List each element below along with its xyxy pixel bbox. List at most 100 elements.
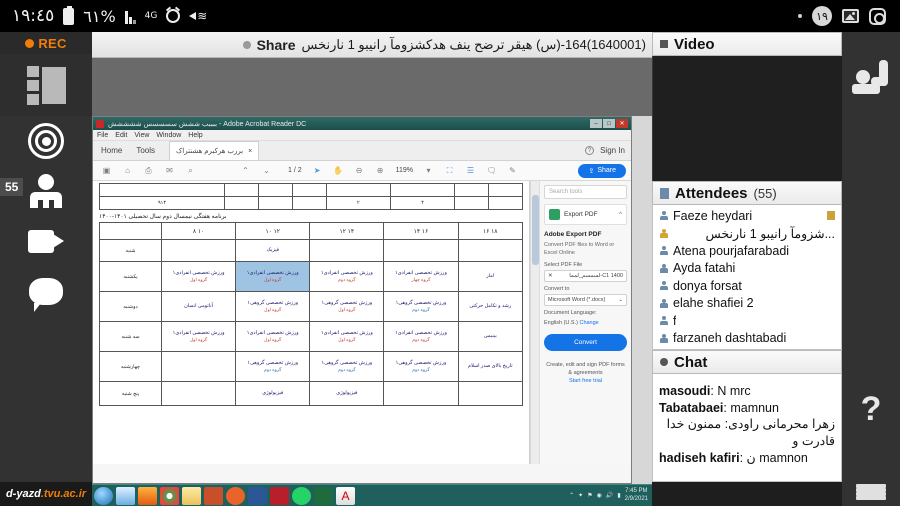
list-item[interactable]: f — [653, 312, 841, 330]
menu-help[interactable]: Help — [188, 132, 202, 139]
explorer-icon[interactable] — [182, 487, 201, 505]
adobe-share-button[interactable]: ⇪ Share — [578, 164, 626, 178]
tools-search-input[interactable]: Search tools — [544, 185, 627, 199]
menu-window[interactable]: Window — [156, 132, 181, 139]
pdf-schedule-table: ۱۸ ۱۶ ۱۶ ۱۴ ۱۴ ۱۲ ۱۲ ۱۰ ۱۰ ۸ — [99, 222, 523, 406]
chat-button[interactable] — [0, 266, 92, 316]
chat-pod-title: Chat — [674, 354, 707, 371]
chrome-icon[interactable] — [160, 487, 179, 505]
convert-button[interactable]: Convert — [544, 334, 627, 351]
change-language-link[interactable]: Change — [579, 320, 598, 326]
attendees-list[interactable]: Faeze heydari ...شزومآ رانیبو 1 نارنخس A… — [652, 205, 842, 350]
list-item[interactable]: donya forsat — [653, 277, 841, 295]
list-item[interactable]: Faeze heydari — [653, 207, 841, 225]
chat-text: ن mamnon — [747, 451, 808, 465]
tab-close-icon[interactable]: × — [248, 148, 252, 155]
export-pdf-accordion[interactable]: Export PDF ^ — [544, 204, 627, 225]
video-pod-body[interactable] — [652, 56, 842, 181]
chat-message-list[interactable]: masoudi: N mrc Tabatabaei: mamnun زهرا م… — [652, 374, 842, 482]
list-item[interactable]: farzaneh dashtabadi — [653, 330, 841, 348]
chevron-down-icon[interactable]: ▾ — [423, 165, 434, 176]
video-button[interactable] — [0, 216, 92, 266]
flag-icon[interactable]: ⚑ — [587, 492, 592, 499]
office-icon[interactable] — [226, 487, 245, 505]
save-icon[interactable]: ▣ — [101, 165, 112, 176]
list-item[interactable]: Ayda fatahi — [653, 260, 841, 278]
volume-icon[interactable]: 🔊 — [606, 492, 613, 499]
convert-to-select[interactable]: Microsoft Word (*.docx) ⌄ — [544, 294, 627, 306]
chat-bullet-icon — [660, 358, 668, 366]
windows-taskbar: A ⌃ ✦ ⚑ ◉ 🔊 ▮ 7:45 PM 2/9/2021 — [92, 484, 652, 506]
footer-trial-link[interactable]: Start free trial — [569, 378, 602, 384]
page-indicator[interactable]: 1 / 2 — [288, 167, 302, 174]
tab-tools[interactable]: Tools — [136, 146, 155, 155]
export-pdf-icon — [549, 209, 560, 220]
excel-icon[interactable] — [314, 487, 333, 505]
zoom-out-icon[interactable]: ⊖ — [354, 165, 365, 176]
help-button[interactable]: ? — [842, 387, 900, 431]
hand-tool-icon[interactable]: ✋ — [333, 165, 344, 176]
table-row: رشد و تکامل حرکتی ورزش تخصصی گروهی۱گروه … — [100, 292, 523, 322]
tab-document[interactable]: × بررب هرکبرم هشنتراک — [169, 141, 259, 160]
raise-hand-button[interactable] — [842, 32, 900, 122]
list-item[interactable]: ...شزومآ رانیبو 1 نارنخس — [653, 225, 841, 243]
page-down-icon[interactable]: ⌄ — [261, 165, 272, 176]
start-orb[interactable] — [94, 487, 113, 505]
taskbar-clock[interactable]: 7:45 PM 2/9/2021 — [625, 488, 648, 504]
recording-indicator: REC — [0, 32, 92, 54]
media-player-icon[interactable] — [270, 487, 289, 505]
window-controls[interactable]: – □ ✕ — [590, 119, 628, 128]
pdf-scrollbar[interactable] — [530, 181, 539, 464]
adobe-signin-area[interactable]: ? Sign In — [585, 146, 625, 155]
help-circle-icon[interactable]: ? — [585, 146, 594, 155]
search-icon[interactable]: ⌕ — [185, 165, 196, 176]
select-file-label: Select PDF File — [544, 262, 627, 268]
select-cursor-icon[interactable]: ➤ — [312, 165, 323, 176]
adobe-reader-icon[interactable]: A — [336, 487, 355, 505]
fit-page-icon[interactable]: ⛶ — [444, 165, 455, 176]
firefox-icon[interactable] — [138, 487, 157, 505]
menu-view[interactable]: View — [134, 132, 149, 139]
adobe-menu-bar[interactable]: File Edit View Window Help — [93, 130, 631, 141]
zoom-in-icon[interactable]: ⊕ — [375, 165, 386, 176]
internet-explorer-icon[interactable] — [116, 487, 135, 505]
minimize-button[interactable]: – — [590, 119, 602, 128]
site-url-watermark: d-yazd.tvu.ac.ir — [0, 482, 92, 506]
show-hidden-icons[interactable]: ⌃ — [569, 492, 574, 499]
layout-view-button[interactable] — [0, 54, 92, 116]
maximize-button[interactable]: □ — [603, 119, 615, 128]
highlight-pen-icon[interactable]: ✎ — [507, 165, 518, 176]
print-icon[interactable]: ⎙ — [143, 165, 154, 176]
email-icon[interactable]: ✉ — [164, 165, 175, 176]
close-button[interactable]: ✕ — [616, 119, 628, 128]
tab-home[interactable]: Home — [101, 146, 122, 155]
pdf-page[interactable]: ۴ ۲ ۹۱۴ برنامه هفتگی نیمسال دوم سال تحصی… — [93, 181, 530, 464]
scrollbar-thumb[interactable] — [532, 195, 539, 265]
network-icon[interactable]: ▮ — [617, 492, 620, 499]
page-up-icon[interactable]: ⌃ — [240, 165, 251, 176]
menu-file[interactable]: File — [97, 132, 108, 139]
powerpoint-icon[interactable] — [204, 487, 223, 505]
whatsapp-icon[interactable] — [292, 487, 311, 505]
antivirus-icon[interactable]: ◉ — [597, 492, 602, 499]
comment-icon[interactable]: 🗨 — [486, 165, 497, 176]
attendees-button[interactable]: 55 — [0, 166, 92, 216]
zoom-level[interactable]: 119% — [396, 167, 413, 174]
table-header-row: ۱۸ ۱۶ ۱۶ ۱۴ ۱۴ ۱۲ ۱۲ ۱۰ ۱۰ ۸ — [100, 223, 523, 240]
list-item[interactable]: elahe shafiei 2 — [653, 295, 841, 313]
menu-edit[interactable]: Edit — [115, 132, 127, 139]
chevron-up-icon[interactable]: ^ — [619, 212, 622, 218]
record-button[interactable] — [0, 116, 92, 166]
word-icon[interactable] — [248, 487, 267, 505]
sign-in-link[interactable]: Sign In — [600, 146, 625, 155]
list-item[interactable]: Atena pourjafarabadi — [653, 242, 841, 260]
attendee-name: donya forsat — [673, 279, 742, 293]
chevron-down-icon[interactable]: ⌄ — [618, 297, 623, 303]
home-icon[interactable]: ⌂ — [122, 165, 133, 176]
selected-file-field[interactable]: 1400 C1-لسمسم_لمما ✕ — [544, 270, 627, 282]
status-bar-left: ١٩:٤٥ ٦١% 4G ≋ — [0, 6, 207, 26]
read-mode-icon[interactable]: ☰ — [465, 165, 476, 176]
remove-file-icon[interactable]: ✕ — [548, 273, 553, 279]
bluetooth-icon[interactable]: ✦ — [578, 492, 583, 499]
menu-button[interactable] — [842, 472, 900, 506]
